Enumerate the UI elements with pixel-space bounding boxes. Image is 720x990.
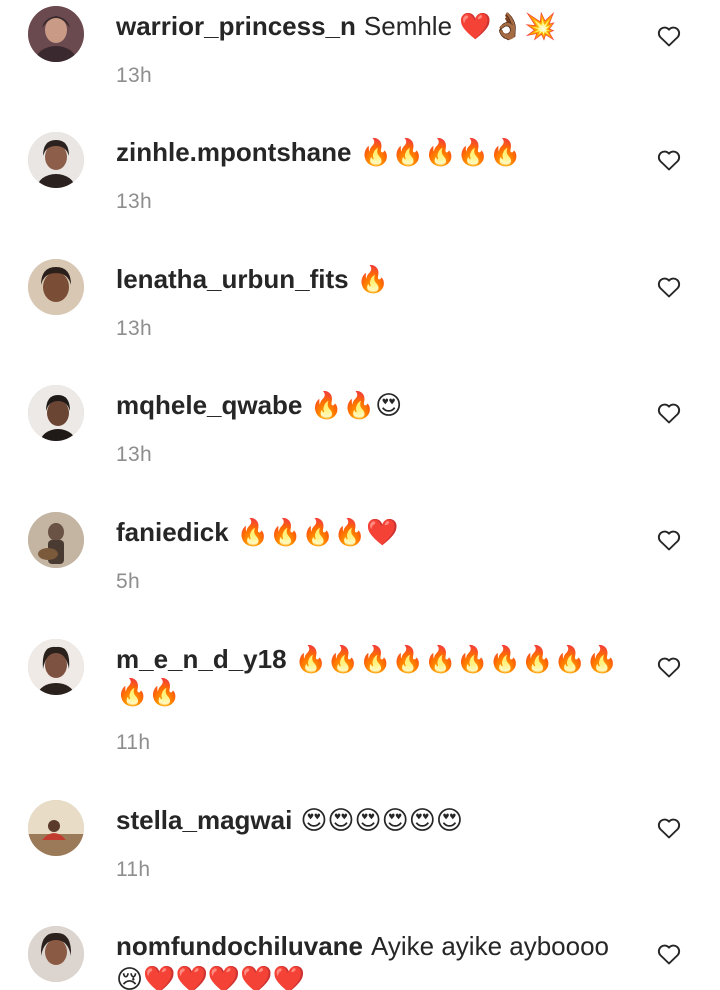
- avatar[interactable]: [28, 512, 84, 568]
- avatar-image: [28, 639, 84, 695]
- comment-body: 🔥: [356, 264, 389, 294]
- avatar-image: [28, 6, 84, 62]
- heart-outline-icon: [657, 403, 681, 424]
- comment-username[interactable]: stella_magwai: [116, 805, 292, 835]
- like-button[interactable]: [656, 528, 682, 552]
- avatar-image: [28, 512, 84, 568]
- comment-username[interactable]: lenatha_urbun_fits: [116, 264, 349, 294]
- avatar[interactable]: [28, 926, 84, 982]
- comment-text: lenatha_urbun_fits 🔥: [116, 263, 636, 296]
- avatar[interactable]: [28, 132, 84, 188]
- comment-time: 13h: [116, 190, 152, 213]
- comment-username[interactable]: faniedick: [116, 517, 229, 547]
- like-button[interactable]: [656, 401, 682, 425]
- comment-time: 5h: [116, 570, 140, 593]
- like-button[interactable]: [656, 942, 682, 966]
- comment-text: warrior_princess_n Semhle ❤️👌🏾💥: [116, 10, 636, 43]
- comment-username[interactable]: m_e_n_d_y18: [116, 644, 287, 674]
- avatar-image: [28, 800, 84, 856]
- heart-outline-icon: [657, 657, 681, 678]
- comment-body: 🔥🔥🔥🔥❤️: [236, 517, 399, 547]
- avatar-image: [28, 926, 84, 982]
- comment-username[interactable]: zinhle.mpontshane: [116, 137, 351, 167]
- avatar-image: [28, 132, 84, 188]
- comment-body: 🔥🔥🔥🔥🔥: [359, 137, 522, 167]
- comment-text: nomfundochiluvane Ayike ayike ayboooo 😢❤️…: [116, 930, 636, 990]
- avatar[interactable]: [28, 6, 84, 62]
- avatar[interactable]: [28, 259, 84, 315]
- comment-body: 😍😍😍😍😍😍: [300, 805, 463, 835]
- heart-outline-icon: [657, 26, 681, 47]
- comment-time: 13h: [116, 64, 152, 87]
- comment-body: 🔥🔥😍: [310, 390, 403, 420]
- avatar[interactable]: [28, 385, 84, 441]
- heart-outline-icon: [657, 277, 681, 298]
- comment-text: stella_magwai 😍😍😍😍😍😍: [116, 804, 636, 837]
- like-button[interactable]: [656, 275, 682, 299]
- heart-outline-icon: [657, 150, 681, 171]
- heart-outline-icon: [657, 944, 681, 965]
- comment-text: zinhle.mpontshane 🔥🔥🔥🔥🔥: [116, 136, 636, 169]
- comment-text: mqhele_qwabe 🔥🔥😍: [116, 389, 636, 422]
- avatar-image: [28, 385, 84, 441]
- like-button[interactable]: [656, 148, 682, 172]
- comment-time: 13h: [116, 443, 152, 466]
- like-button[interactable]: [656, 655, 682, 679]
- comment-time: 11h: [116, 731, 151, 754]
- heart-outline-icon: [657, 818, 681, 839]
- comment-username[interactable]: nomfundochiluvane: [116, 931, 363, 961]
- comment-username[interactable]: warrior_princess_n: [116, 11, 356, 41]
- like-button[interactable]: [656, 816, 682, 840]
- avatar[interactable]: [28, 639, 84, 695]
- comment-text: faniedick 🔥🔥🔥🔥❤️: [116, 516, 636, 549]
- comment-text: m_e_n_d_y18 🔥🔥🔥🔥🔥🔥🔥🔥🔥🔥🔥🔥: [116, 643, 636, 709]
- comment-username[interactable]: mqhele_qwabe: [116, 390, 302, 420]
- avatar-image: [28, 259, 84, 315]
- comment-time: 13h: [116, 317, 152, 340]
- avatar[interactable]: [28, 800, 84, 856]
- comment-time: 11h: [116, 858, 151, 881]
- like-button[interactable]: [656, 24, 682, 48]
- heart-outline-icon: [657, 530, 681, 551]
- comment-body: Semhle ❤️👌🏾💥: [363, 11, 557, 41]
